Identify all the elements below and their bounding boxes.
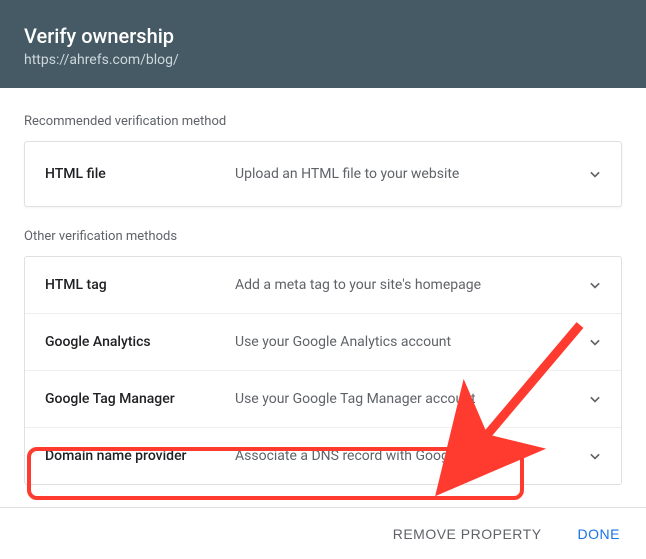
dialog-footer: Remove Property Done: [0, 507, 646, 559]
method-desc: Upload an HTML file to your website: [235, 166, 585, 182]
property-url: https://ahrefs.com/blog/: [24, 52, 622, 68]
method-title: Google Analytics: [45, 334, 235, 350]
method-google-tag-manager[interactable]: Google Tag Manager Use your Google Tag M…: [25, 370, 621, 427]
remove-property-button[interactable]: Remove Property: [387, 518, 548, 550]
dialog-title: Verify ownership: [24, 24, 622, 48]
chevron-down-icon: [585, 332, 605, 352]
method-html-file[interactable]: HTML file Upload an HTML file to your we…: [25, 142, 621, 206]
method-desc: Use your Google Analytics account: [235, 334, 585, 350]
method-desc: Use your Google Tag Manager account: [235, 391, 585, 407]
done-button[interactable]: Done: [572, 518, 626, 550]
chevron-down-icon: [585, 275, 605, 295]
method-title: HTML file: [45, 166, 235, 182]
dialog-content: Recommended verification method HTML fil…: [0, 88, 646, 485]
other-section-label: Other verification methods: [24, 229, 622, 244]
recommended-section-label: Recommended verification method: [24, 114, 622, 129]
other-methods-card: HTML tag Add a meta tag to your site's h…: [24, 256, 622, 485]
method-domain-name-provider[interactable]: Domain name provider Associate a DNS rec…: [25, 427, 621, 484]
chevron-down-icon: [585, 164, 605, 184]
method-title: Domain name provider: [45, 448, 235, 464]
method-title: HTML tag: [45, 277, 235, 293]
chevron-down-icon: [585, 446, 605, 466]
dialog-header: Verify ownership https://ahrefs.com/blog…: [0, 0, 646, 88]
method-desc: Associate a DNS record with Google: [235, 448, 585, 464]
chevron-down-icon: [585, 389, 605, 409]
method-html-tag[interactable]: HTML tag Add a meta tag to your site's h…: [25, 257, 621, 313]
recommended-card: HTML file Upload an HTML file to your we…: [24, 141, 622, 207]
method-google-analytics[interactable]: Google Analytics Use your Google Analyti…: [25, 313, 621, 370]
method-title: Google Tag Manager: [45, 391, 235, 407]
method-desc: Add a meta tag to your site's homepage: [235, 277, 585, 293]
